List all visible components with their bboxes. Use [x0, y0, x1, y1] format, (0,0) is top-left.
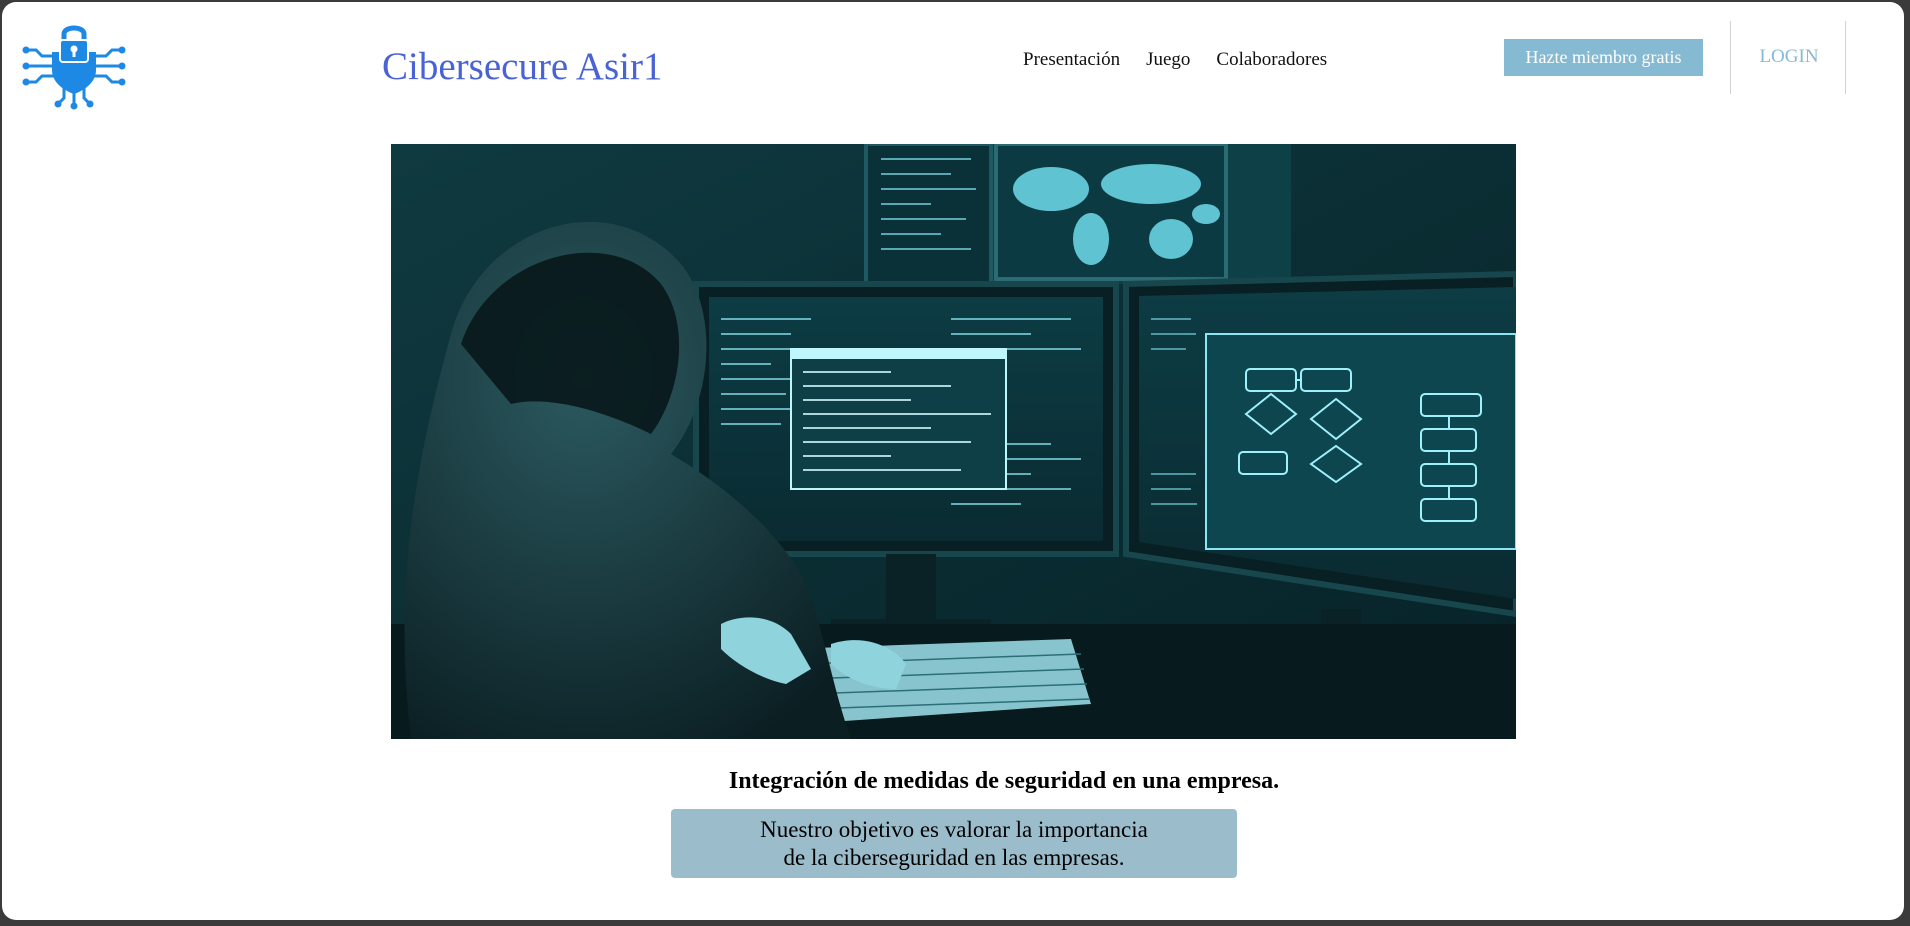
nav-link-juego[interactable]: Juego [1146, 49, 1190, 71]
site-logo[interactable] [22, 18, 126, 110]
site-title: Cibersecure Asir1 [382, 45, 663, 88]
nav-link-colaboradores[interactable]: Colaboradores [1216, 49, 1327, 71]
join-free-button[interactable]: Hazte miembro gratis [1504, 39, 1703, 76]
section-headline: Integración de medidas de seguridad en u… [728, 768, 1280, 794]
header-divider-left [1730, 21, 1731, 94]
objective-box: Nuestro objetivo es valorar la importanc… [671, 809, 1237, 878]
objective-line-2: de la ciberseguridad en las empresas. [783, 844, 1125, 870]
browser-page: Cibersecure Asir1 Presentación Juego Col… [2, 2, 1904, 920]
hero-image [391, 144, 1516, 739]
header-divider-right [1845, 21, 1846, 94]
login-link[interactable]: LOGIN [1757, 46, 1821, 68]
objective-line-1: Nuestro objetivo es valorar la importanc… [760, 816, 1148, 842]
shield-padlock-circuit-icon [22, 25, 126, 110]
hacker-illustration [391, 144, 1516, 739]
nav-link-presentacion[interactable]: Presentación [1023, 49, 1120, 71]
main-nav: Presentación Juego Colaboradores [1023, 49, 1327, 71]
